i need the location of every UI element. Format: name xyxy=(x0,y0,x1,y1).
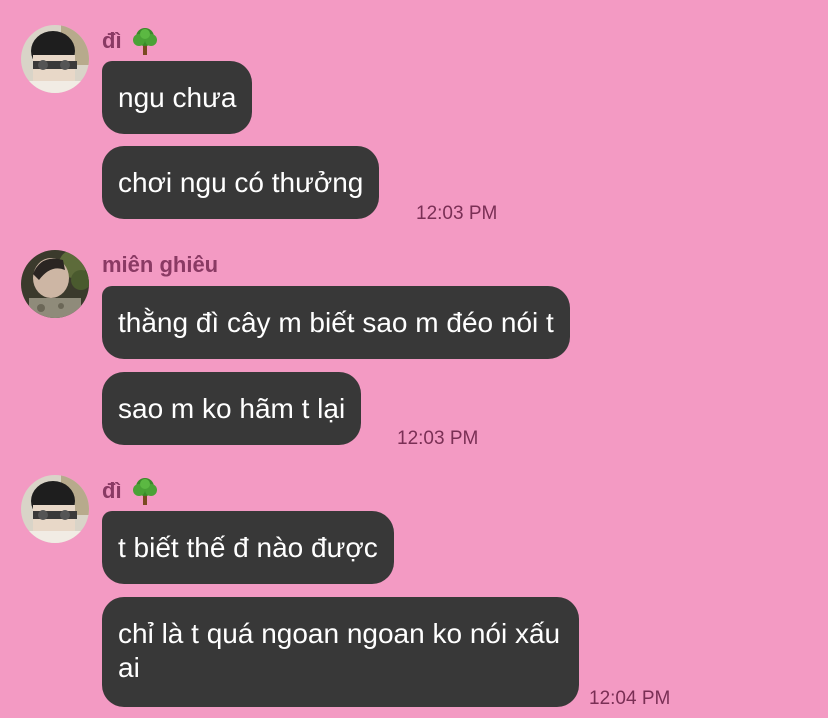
sender-name-label: đì xyxy=(102,28,122,53)
message-bubble[interactable]: t biết thế đ nào được xyxy=(102,511,394,584)
message-timestamp: 12:03 PM xyxy=(397,428,479,449)
avatar[interactable] xyxy=(21,250,89,318)
message-bubble[interactable]: chơi ngu có thưởng xyxy=(102,146,380,219)
message-text: chỉ là t quá ngoan ngoan ko nói xấu ai xyxy=(118,618,561,683)
avatar[interactable] xyxy=(21,475,89,543)
message-bubble[interactable]: chỉ là t quá ngoan ngoan ko nói xấu ai xyxy=(102,597,579,707)
message-text: t biết thế đ nào được xyxy=(118,532,378,563)
message-text: ngu chưa xyxy=(118,82,237,113)
message-text: sao m ko hãm t lại xyxy=(118,393,346,424)
sender-name: đì xyxy=(102,26,160,56)
message-text: chơi ngu có thưởng xyxy=(118,167,364,198)
message-timestamp: 12:04 PM xyxy=(589,688,671,709)
sender-name-label: miên ghiêu xyxy=(102,252,219,277)
tree-icon xyxy=(130,476,160,506)
message-bubble[interactable]: sao m ko hãm t lại xyxy=(102,372,362,445)
message-bubble[interactable]: ngu chưa xyxy=(102,61,253,134)
message-text: thằng đì cây m biết sao m đéo nói t xyxy=(118,307,554,338)
tree-icon xyxy=(130,26,160,56)
sender-name: miên ghiêu xyxy=(102,252,218,278)
sender-name: đì xyxy=(102,476,160,506)
message-bubble[interactable]: thằng đì cây m biết sao m đéo nói t xyxy=(102,286,570,359)
message-timestamp: 12:03 PM xyxy=(416,203,498,224)
avatar[interactable] xyxy=(21,25,89,93)
sender-name-label: đì xyxy=(102,478,122,503)
